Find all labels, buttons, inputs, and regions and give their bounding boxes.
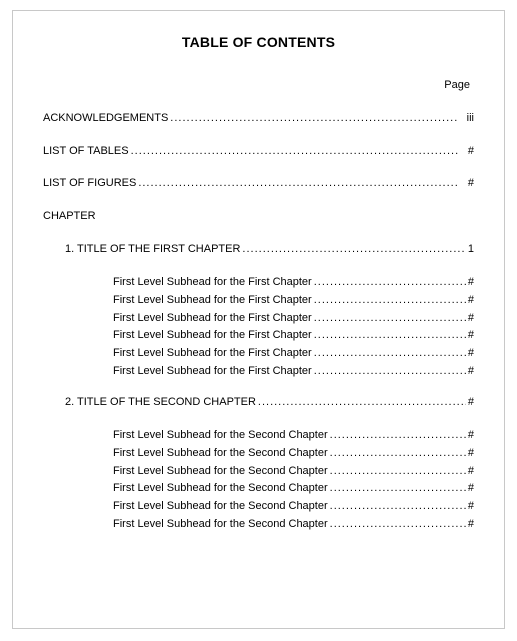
subhead-page-number: # [468,275,474,290]
chapter-section-heading: CHAPTER [43,209,474,224]
subhead-entry: First Level Subhead for the Second Chapt… [113,481,474,496]
subhead-label: First Level Subhead for the Second Chapt… [113,499,328,514]
chapter-title-row: 2. TITLE OF THE SECOND CHAPTER..........… [43,395,474,410]
subhead-label: First Level Subhead for the First Chapte… [113,275,312,290]
toc-leader-dots: ........................................… [312,275,468,290]
toc-leader-dots: ........................................… [256,395,466,410]
toc-entry: LIST OF TABLES..........................… [43,144,474,159]
chapter-block: 1. TITLE OF THE FIRST CHAPTER...........… [43,242,474,379]
toc-entry: LIST OF FIGURES.........................… [43,176,474,191]
page-column-label: Page [43,78,474,93]
subhead-entry: First Level Subhead for the Second Chapt… [113,428,474,443]
subhead-label: First Level Subhead for the Second Chapt… [113,428,328,443]
toc-leader-dots: ........................................… [312,311,468,326]
subhead-entry: First Level Subhead for the Second Chapt… [113,446,474,461]
subhead-label: First Level Subhead for the First Chapte… [113,328,312,343]
chapter-page-number: 1 [466,242,474,257]
subhead-page-number: # [468,464,474,479]
front-matter-list: ACKNOWLEDGEMENTS........................… [43,111,474,192]
chapter-title-label: 2. TITLE OF THE SECOND CHAPTER [65,395,256,410]
subhead-page-number: # [468,481,474,496]
subhead-page-number: # [468,446,474,461]
subhead-entry: First Level Subhead for the First Chapte… [113,328,474,343]
toc-leader-dots: ........................................… [312,328,468,343]
subhead-entry: First Level Subhead for the First Chapte… [113,275,474,290]
subhead-label: First Level Subhead for the Second Chapt… [113,464,328,479]
subhead-entry: First Level Subhead for the Second Chapt… [113,517,474,532]
subhead-entry: First Level Subhead for the First Chapte… [113,311,474,326]
toc-leader-dots: ........................................… [328,464,468,479]
toc-entry-page: iii [458,111,474,126]
chapter-block: 2. TITLE OF THE SECOND CHAPTER..........… [43,395,474,532]
toc-leader-dots: ........................................… [168,111,458,126]
toc-leader-dots: ........................................… [328,499,468,514]
subhead-label: First Level Subhead for the First Chapte… [113,364,312,379]
toc-leader-dots: ........................................… [328,481,468,496]
toc-entry-label: ACKNOWLEDGEMENTS [43,111,168,126]
subhead-label: First Level Subhead for the Second Chapt… [113,481,328,496]
subhead-list: First Level Subhead for the First Chapte… [43,275,474,379]
toc-title: TABLE OF CONTENTS [43,33,474,52]
toc-entry-label: LIST OF FIGURES [43,176,136,191]
chapter-title-row: 1. TITLE OF THE FIRST CHAPTER...........… [43,242,474,257]
subhead-label: First Level Subhead for the Second Chapt… [113,446,328,461]
toc-leader-dots: ........................................… [312,293,468,308]
toc-leader-dots: ........................................… [328,517,468,532]
toc-leader-dots: ........................................… [312,346,468,361]
chapter-page-number: # [466,395,474,410]
chapter-title-label: 1. TITLE OF THE FIRST CHAPTER [65,242,240,257]
toc-entry: ACKNOWLEDGEMENTS........................… [43,111,474,126]
subhead-entry: First Level Subhead for the First Chapte… [113,346,474,361]
toc-entry-page: # [458,176,474,191]
subhead-page-number: # [468,364,474,379]
subhead-label: First Level Subhead for the Second Chapt… [113,517,328,532]
subhead-page-number: # [468,311,474,326]
subhead-entry: First Level Subhead for the Second Chapt… [113,499,474,514]
toc-leader-dots: ........................................… [328,446,468,461]
subhead-label: First Level Subhead for the First Chapte… [113,293,312,308]
subhead-page-number: # [468,499,474,514]
subhead-page-number: # [468,428,474,443]
subhead-entry: First Level Subhead for the First Chapte… [113,293,474,308]
subhead-entry: First Level Subhead for the Second Chapt… [113,464,474,479]
toc-leader-dots: ........................................… [129,144,458,159]
subhead-page-number: # [468,346,474,361]
chapter-list: 1. TITLE OF THE FIRST CHAPTER...........… [43,242,474,532]
toc-leader-dots: ........................................… [240,242,465,257]
toc-entry-label: LIST OF TABLES [43,144,129,159]
toc-leader-dots: ........................................… [328,428,468,443]
subhead-page-number: # [468,517,474,532]
subhead-page-number: # [468,293,474,308]
document-page: TABLE OF CONTENTS Page ACKNOWLEDGEMENTS.… [12,10,505,629]
toc-leader-dots: ........................................… [312,364,468,379]
toc-leader-dots: ........................................… [136,176,458,191]
subhead-list: First Level Subhead for the Second Chapt… [43,428,474,532]
subhead-entry: First Level Subhead for the First Chapte… [113,364,474,379]
subhead-page-number: # [468,328,474,343]
subhead-label: First Level Subhead for the First Chapte… [113,346,312,361]
subhead-label: First Level Subhead for the First Chapte… [113,311,312,326]
toc-entry-page: # [458,144,474,159]
document-sheet: TABLE OF CONTENTS Page ACKNOWLEDGEMENTS.… [0,0,517,641]
